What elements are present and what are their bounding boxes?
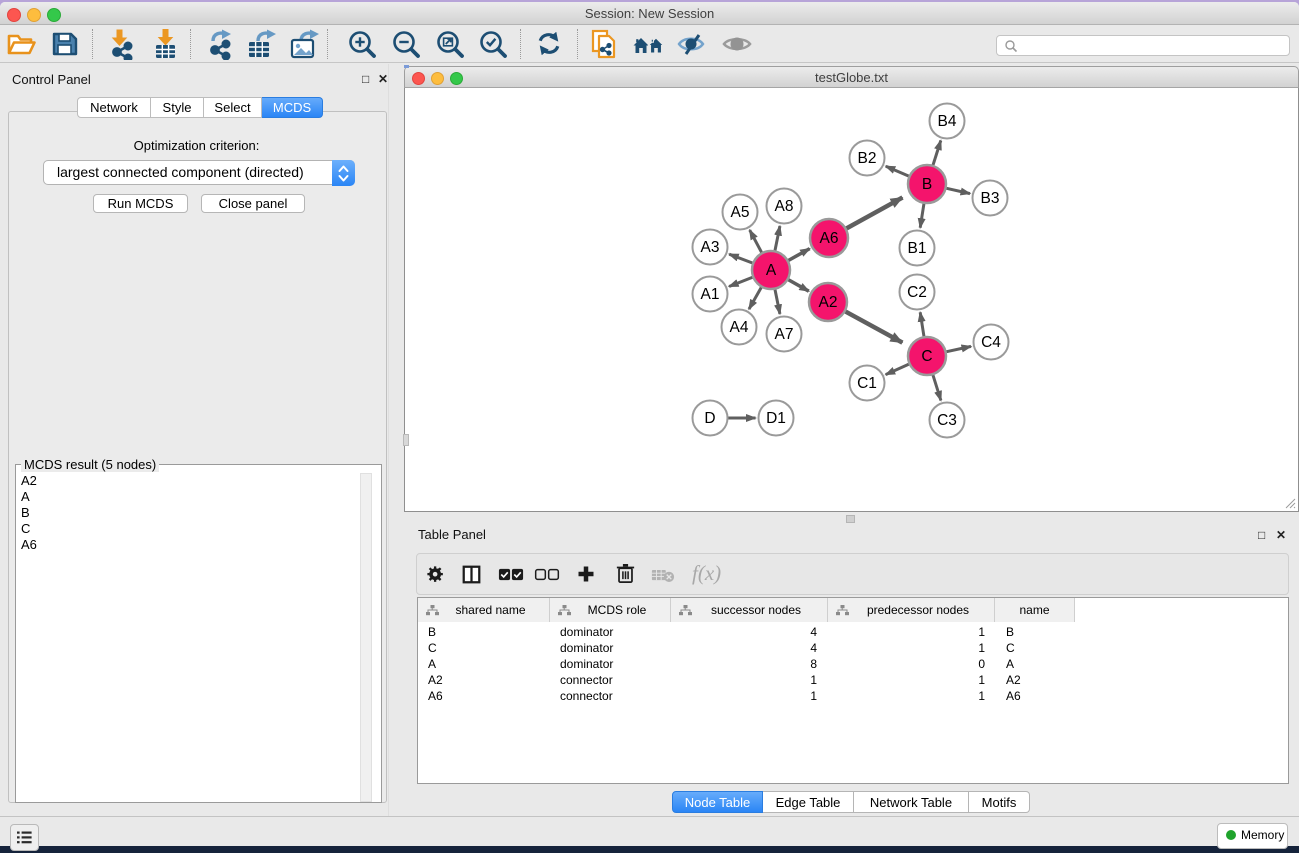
- svg-text:A4: A4: [730, 319, 749, 336]
- svg-text:A: A: [766, 262, 777, 279]
- svg-text:A1: A1: [701, 286, 720, 303]
- svg-text:C: C: [921, 348, 932, 365]
- svg-text:D: D: [704, 410, 715, 427]
- svg-text:C4: C4: [981, 334, 1001, 351]
- svg-text:B: B: [922, 176, 932, 193]
- svg-text:A2: A2: [819, 294, 838, 311]
- svg-text:D1: D1: [766, 410, 786, 427]
- svg-text:A8: A8: [775, 198, 794, 215]
- svg-text:A7: A7: [775, 326, 794, 343]
- svg-text:B3: B3: [981, 190, 1000, 207]
- svg-text:B2: B2: [858, 150, 877, 167]
- svg-text:A5: A5: [731, 204, 750, 221]
- svg-text:C3: C3: [937, 412, 957, 429]
- svg-text:B1: B1: [908, 240, 927, 257]
- svg-text:C2: C2: [907, 284, 927, 301]
- svg-text:C1: C1: [857, 375, 877, 392]
- svg-text:A6: A6: [820, 230, 839, 247]
- svg-text:A3: A3: [701, 239, 720, 256]
- svg-text:B4: B4: [938, 113, 957, 130]
